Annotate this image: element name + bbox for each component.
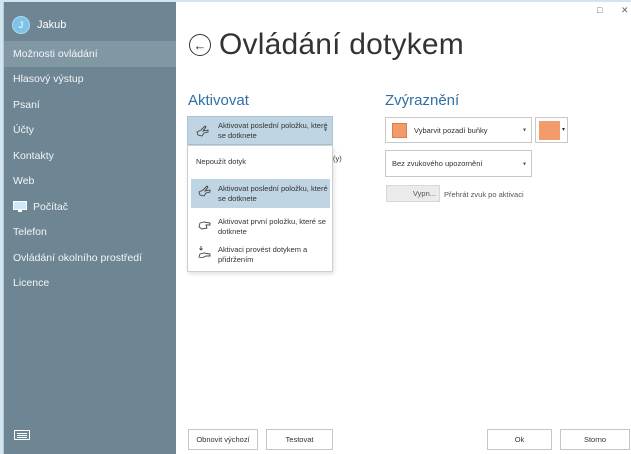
restore-defaults-button[interactable]: Obnovit výchozí <box>188 429 258 450</box>
activate-section-title: Aktivovat <box>188 92 249 109</box>
play-sound-label: Přehrát zvuk po aktivaci <box>444 190 524 199</box>
activation-mode-value: Aktivovat poslední položku, které se dot… <box>218 121 328 140</box>
sidebar-item-label: Účty <box>13 124 34 137</box>
option-label: Aktivovat první položku, které se dotkne… <box>218 217 326 236</box>
touch-hand-icon <box>198 219 212 231</box>
sidebar-item-web[interactable]: Web <box>4 169 176 195</box>
sound-alert-value: Bez zvukového upozornění <box>392 159 483 168</box>
option-activate-first[interactable]: Aktivovat první položku, které se dotkne… <box>191 213 330 242</box>
sidebar-item-license[interactable]: Licence <box>4 271 176 297</box>
activation-mode-dropdown[interactable]: Aktivovat poslední položku, které se dot… <box>187 116 333 145</box>
page-title: Ovládání dotykem <box>219 28 464 61</box>
sidebar-item-accounts[interactable]: Účty <box>4 118 176 144</box>
touch-hand-icon <box>198 185 212 197</box>
sidebar-item-typing[interactable]: Psaní <box>4 92 176 118</box>
highlight-color-picker[interactable]: ▾ <box>535 117 568 143</box>
test-button[interactable]: Testovat <box>266 429 333 450</box>
sidebar-item-label: Ovládání okolního prostředí <box>13 251 142 264</box>
activation-mode-options: Nepoužít dotyk Aktivovat poslední položk… <box>187 145 333 272</box>
play-sound-toggle[interactable]: Vypn... <box>386 185 440 202</box>
highlight-color-swatch <box>392 123 407 138</box>
sidebar-item-control-options[interactable]: Možnosti ovládání <box>4 41 176 67</box>
sidebar-item-label: Hlasový výstup <box>13 73 84 86</box>
option-activate-last[interactable]: Aktivovat poslední položku, které se dot… <box>191 179 330 208</box>
chevron-down-icon: ▾ <box>323 126 327 133</box>
color-picker-swatch <box>539 121 560 140</box>
sidebar-nav: Možnosti ovládání Hlasový výstup Psaní Ú… <box>4 41 176 296</box>
occluded-label-suffix: (y) <box>333 154 342 163</box>
close-button[interactable]: ✕ <box>621 5 629 16</box>
option-label: Aktivovat poslední položku, které se dot… <box>218 184 328 203</box>
minimize-button[interactable]: □ <box>597 5 602 15</box>
user-name: Jakub <box>37 19 67 31</box>
option-activate-hold[interactable]: Aktivaci provést dotykem a přidržením <box>191 245 330 272</box>
touch-hand-icon <box>196 125 210 137</box>
toggle-state-label: Vypn... <box>412 189 436 198</box>
avatar: J <box>12 16 30 34</box>
highlight-mode-value: Vybarvit pozadí buňky <box>414 125 488 135</box>
sidebar-item-label: Licence <box>13 277 50 290</box>
back-icon[interactable]: ← <box>189 34 211 56</box>
sidebar-item-label: Web <box>13 175 35 188</box>
highlight-section-title: Zvýraznění <box>385 92 460 109</box>
highlight-mode-dropdown[interactable]: Vybarvit pozadí buňky ▾ <box>385 117 532 143</box>
sidebar-item-label: Možnosti ovládání <box>13 47 98 60</box>
keyboard-icon[interactable] <box>14 430 30 440</box>
chevron-down-icon: ▾ <box>561 127 565 133</box>
user-profile[interactable]: J Jakub <box>12 16 66 34</box>
option-label: Aktivaci provést dotykem a přidržením <box>218 245 308 264</box>
sidebar-item-computer[interactable]: Počítač <box>4 194 176 220</box>
option-label: Nepoužít dotyk <box>196 157 247 167</box>
sidebar-item-label: Telefon <box>13 226 47 239</box>
sidebar-item-label: Kontakty <box>13 149 54 162</box>
page-header: ← Ovládání dotykem <box>189 28 464 62</box>
sound-alert-dropdown[interactable]: Bez zvukového upozornění ▾ <box>385 150 532 177</box>
computer-icon <box>13 201 27 213</box>
option-no-touch[interactable]: Nepoužít dotyk <box>191 154 330 170</box>
sidebar-item-contacts[interactable]: Kontakty <box>4 143 176 169</box>
sidebar-item-label: Počítač <box>33 200 69 213</box>
ok-button[interactable]: Ok <box>487 429 552 450</box>
cancel-button[interactable]: Storno <box>560 429 630 450</box>
sidebar-item-speech-output[interactable]: Hlasový výstup <box>4 67 176 93</box>
sidebar-item-phone[interactable]: Telefon <box>4 220 176 246</box>
touch-hold-icon <box>198 246 212 259</box>
chevron-down-icon: ▾ <box>522 127 526 134</box>
chevron-down-icon: ▾ <box>522 161 526 167</box>
app-window: J Jakub Možnosti ovládání Hlasový výstup… <box>3 2 631 454</box>
sidebar-item-environment-control[interactable]: Ovládání okolního prostředí <box>4 245 176 271</box>
sidebar-item-label: Psaní <box>13 98 40 111</box>
sidebar: J Jakub Možnosti ovládání Hlasový výstup… <box>4 2 176 454</box>
